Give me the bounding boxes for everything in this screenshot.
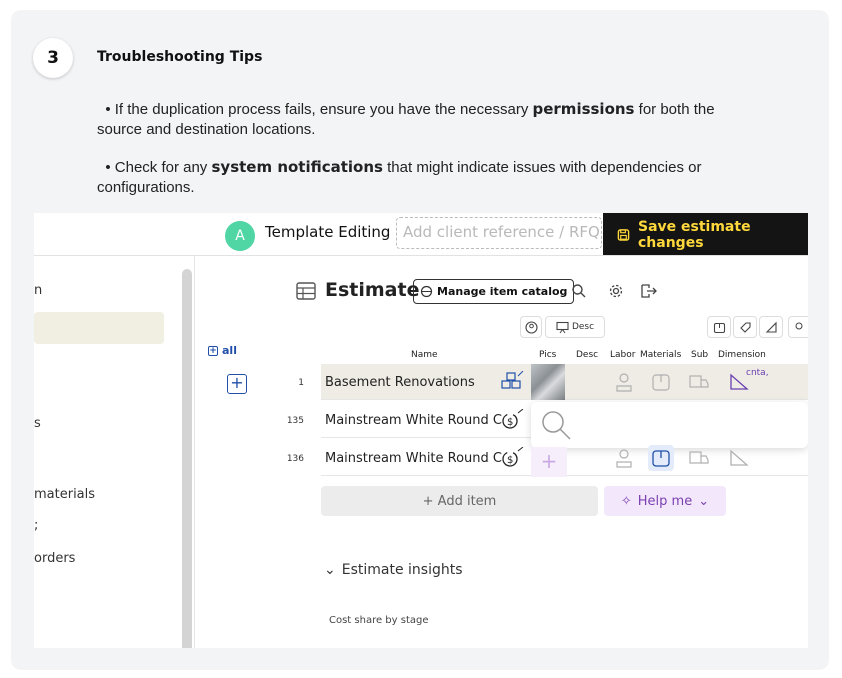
app-screenshot: A Template Editing Add client reference …: [34, 213, 808, 648]
step-title: Troubleshooting Tips: [97, 49, 263, 65]
header-pics: Pics: [539, 350, 557, 360]
search-large-icon[interactable]: [539, 408, 573, 442]
tip-permissions: • If the duplication process fails, ensu…: [97, 100, 715, 138]
sidebar-scrollbar[interactable]: [182, 269, 192, 648]
svg-text:$: $: [507, 455, 513, 466]
search-icon[interactable]: [571, 283, 587, 299]
row-name[interactable]: Mainstream White Round C: [325, 451, 502, 466]
cost-share-heading: Cost share by stage: [329, 615, 429, 626]
add-group-button[interactable]: +: [227, 374, 247, 394]
tip-bold-notifications: system notifications: [211, 158, 383, 176]
column-toggle-materials[interactable]: [707, 316, 731, 338]
sidebar-item-4[interactable]: ;: [34, 518, 38, 533]
dollar-cycle-icon[interactable]: $: [500, 447, 524, 469]
chevron-down-icon: ⌄: [698, 493, 710, 509]
sidebar-divider: [194, 256, 195, 648]
header-labor: Labor: [610, 350, 636, 360]
add-item-button[interactable]: + Add item: [321, 486, 598, 516]
presentation-icon: [556, 321, 569, 333]
svg-text:$: $: [507, 417, 513, 428]
truck-icon[interactable]: [688, 373, 710, 391]
row-name[interactable]: Basement Renovations: [325, 375, 475, 390]
labor-icon[interactable]: [615, 372, 633, 392]
tip-bold-permissions: permissions: [532, 100, 635, 118]
expand-all-toggle[interactable]: + all: [208, 344, 237, 357]
blocks-icon[interactable]: [500, 371, 524, 393]
column-toggle-desc[interactable]: Desc: [545, 316, 605, 338]
template-title: Template Editing: [265, 223, 391, 241]
search-small-icon: [795, 322, 803, 330]
column-toggle-more[interactable]: [788, 316, 808, 338]
header-name: Name: [411, 350, 438, 360]
table-icon: [296, 282, 316, 300]
row-number: 1: [298, 378, 304, 388]
estimate-insights-toggle[interactable]: ⌄ Estimate insights: [324, 562, 463, 578]
labor-icon[interactable]: [615, 448, 633, 468]
client-reference-input[interactable]: Add client reference / RFQ#: [396, 217, 602, 249]
dollar-cycle-icon[interactable]: $: [500, 409, 524, 431]
ruler-icon: [765, 321, 777, 333]
header-sub: Sub: [691, 350, 709, 360]
step-number-badge: 3: [33, 38, 73, 78]
materials-icon: [652, 450, 670, 467]
topbar-divider: [34, 255, 808, 256]
user-avatar[interactable]: A: [225, 221, 255, 251]
expand-plus-icon: +: [208, 345, 218, 356]
header-dimension: Dimension: [718, 350, 766, 360]
truck-icon[interactable]: [688, 449, 710, 467]
user-circle-icon: [524, 320, 538, 334]
materials-cell-active[interactable]: [648, 445, 674, 471]
row-name[interactable]: Mainstream White Round C: [325, 413, 502, 428]
help-me-button[interactable]: ✧ Help me ⌄: [604, 486, 726, 516]
column-toggle-tag[interactable]: [733, 316, 757, 338]
item-picture-thumb[interactable]: [531, 364, 565, 400]
box-icon: [713, 322, 725, 333]
sparkle-icon: ✧: [620, 493, 632, 509]
export-icon[interactable]: [640, 283, 658, 299]
header-desc: Desc: [576, 350, 599, 360]
manage-catalog-button[interactable]: Manage item catalog: [413, 279, 575, 304]
sidebar-item-1[interactable]: n: [34, 283, 42, 298]
sidebar-item-materials[interactable]: materials: [34, 487, 95, 502]
add-picture-button[interactable]: +: [531, 447, 567, 477]
sidebar-item-orders[interactable]: orders: [34, 551, 75, 566]
tag-icon: [739, 321, 751, 333]
tip-notifications: • Check for any system notifications tha…: [97, 158, 702, 196]
column-toggle-dimension[interactable]: [759, 316, 783, 338]
estimate-title: Estimate: [325, 279, 420, 301]
save-estimate-button[interactable]: Save estimate changes: [603, 213, 808, 256]
chevron-down-icon: ⌄: [324, 562, 336, 578]
sidebar-item-active[interactable]: [34, 312, 164, 344]
save-icon: [617, 228, 630, 241]
row-number: 136: [286, 454, 304, 464]
dimension-ruler-icon[interactable]: [729, 447, 751, 467]
row-number: 135: [286, 416, 304, 426]
catalog-icon: [420, 285, 433, 298]
column-toggle-user[interactable]: [520, 316, 542, 338]
dimension-value: cnta,: [746, 368, 769, 378]
gear-icon[interactable]: [608, 283, 624, 299]
header-materials: Materials: [640, 350, 682, 360]
materials-icon[interactable]: [651, 372, 671, 392]
sidebar-item-2[interactable]: s: [34, 416, 41, 431]
